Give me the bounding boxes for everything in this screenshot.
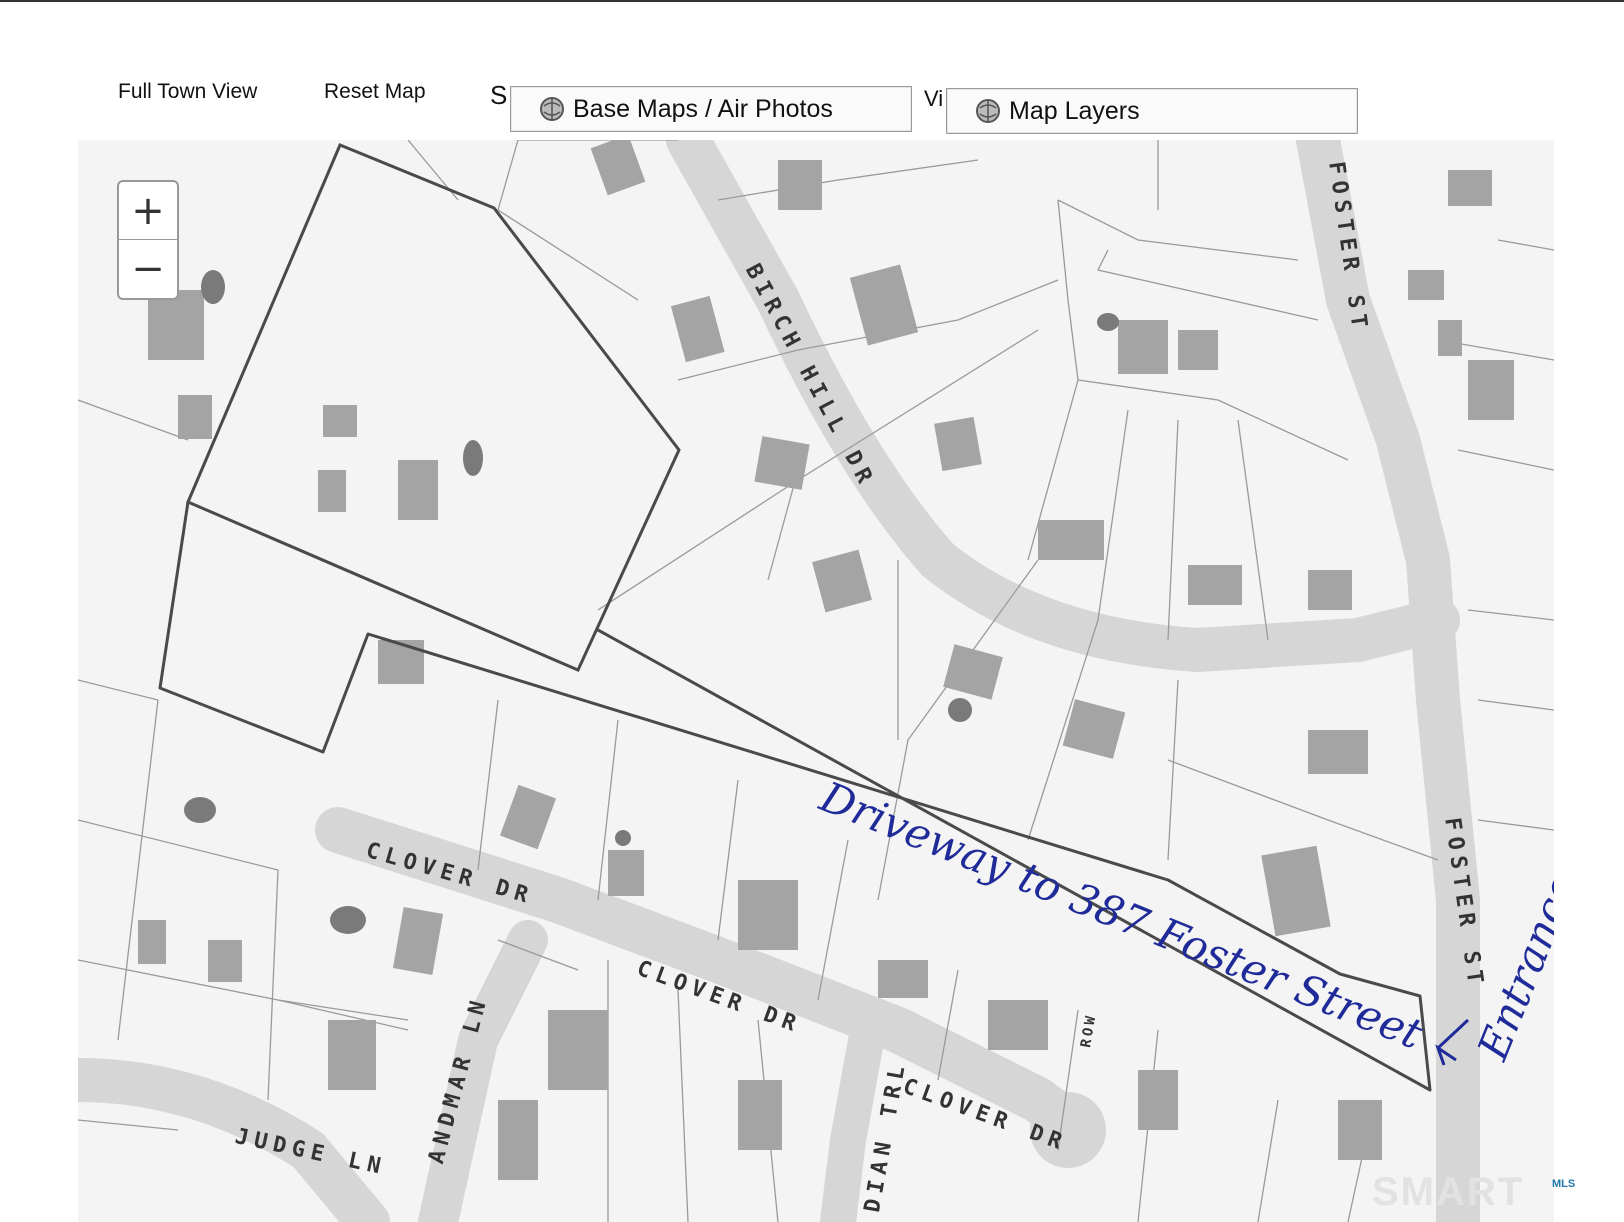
- base-maps-label: Base Maps / Air Photos: [573, 94, 833, 123]
- parcel-outline-north: [186, 143, 681, 672]
- parcel-map[interactable]: BIRCH HILL DR FOSTER ST FOSTER ST CLOVER…: [78, 140, 1554, 1222]
- zoom-in-button[interactable]: +: [119, 182, 177, 239]
- globe-icon: [540, 97, 564, 121]
- zoom-out-button[interactable]: −: [119, 239, 177, 297]
- partial-toolbar-label: S: [490, 80, 508, 110]
- foster-road: [1296, 140, 1480, 1222]
- parcel-map-canvas: [78, 140, 1554, 1222]
- brand-logo: SMART: [1372, 1170, 1525, 1214]
- full-town-view-button[interactable]: Full Town View: [118, 80, 257, 104]
- reset-map-button[interactable]: Reset Map: [324, 80, 426, 104]
- map-layers-label: Map Layers: [1009, 96, 1140, 125]
- map-layers-button[interactable]: Map Layers: [946, 88, 1358, 134]
- zoom-control: + −: [117, 180, 179, 300]
- base-maps-button[interactable]: Base Maps / Air Photos: [510, 86, 912, 132]
- partial-view-label: Vi: [924, 86, 944, 111]
- page-top-rule: [0, 0, 1624, 2]
- brand-logo-sub: MLS: [1552, 1178, 1576, 1190]
- globe-icon: [976, 99, 1000, 123]
